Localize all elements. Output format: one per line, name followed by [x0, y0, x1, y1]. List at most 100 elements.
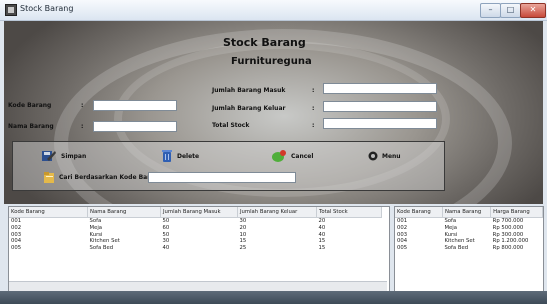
column-header[interactable]: Kode Barang: [9, 207, 88, 218]
table-cell: 15: [318, 238, 326, 245]
table-cell: 60: [162, 224, 170, 231]
simpan-button[interactable]: Simpan: [41, 148, 86, 164]
jumlah-keluar-label: Jumlah Barang Keluar: [212, 105, 286, 112]
table-cell: 50: [162, 231, 170, 238]
cancel-icon: [271, 149, 287, 163]
column-header[interactable]: Jumlah Barang Masuk: [160, 207, 238, 218]
menu-icon: [368, 151, 378, 161]
page-subtitle: Furnitureguna: [231, 56, 312, 67]
table-cell: Sofa: [444, 218, 457, 224]
column-header[interactable]: Nama Barang: [442, 207, 492, 218]
jumlah-keluar-field[interactable]: [323, 101, 437, 112]
table-cell: Sofa Bed: [444, 245, 469, 252]
table-row[interactable]: 002 Meja 60 20 40: [9, 225, 382, 232]
table-cell: 40: [162, 245, 170, 252]
delete-label: Delete: [177, 152, 200, 160]
column-header[interactable]: Jumlah Barang Keluar: [237, 207, 317, 218]
table-cell: 20: [239, 224, 247, 231]
action-panel: Simpan Delete Cancel Menu Cari Berdasark…: [12, 141, 445, 191]
table-row[interactable]: 004 Kitchen Set 30 15 15: [9, 238, 382, 245]
kode-barang-label: Kode Barang: [8, 102, 52, 109]
table-cell: Rp 500.000: [492, 224, 524, 231]
table-cell: Meja: [444, 224, 457, 231]
close-button[interactable]: ✕: [520, 3, 546, 18]
price-table-grid: Kode Barang Nama Barang Harga Barang 001…: [395, 207, 543, 252]
table-cell: 003: [11, 231, 22, 238]
column-header[interactable]: Total Stock: [316, 207, 382, 218]
delete-button[interactable]: Delete: [161, 148, 199, 164]
table-cell: 30: [162, 238, 170, 245]
table-cell: 40: [318, 231, 326, 238]
window-title: Stock Barang: [20, 4, 74, 13]
jumlah-masuk-label: Jumlah Barang Masuk: [212, 87, 286, 94]
table-row[interactable]: 003 Kursi Rp 300.000: [395, 232, 543, 239]
maximize-button[interactable]: □: [500, 3, 521, 18]
search-input[interactable]: [148, 172, 296, 183]
stock-window: Stock Barang – □ ✕ Stock Barang Furnitur…: [0, 0, 547, 304]
table-row[interactable]: 001 Sofa Rp 700.000: [395, 218, 543, 225]
column-header[interactable]: Harga Barang: [490, 207, 543, 218]
table-cell: 002: [11, 224, 22, 231]
search-folder-icon: [43, 171, 55, 184]
table-cell: 005: [397, 245, 408, 252]
table-cell: 50: [162, 218, 170, 224]
table-row[interactable]: 005 Sofa Bed 40 25 15: [9, 245, 382, 252]
table-cell: 20: [318, 218, 326, 224]
cancel-label: Cancel: [291, 152, 314, 160]
table-cell: Kursi: [444, 231, 458, 238]
nama-barang-field[interactable]: [93, 121, 177, 132]
nama-barang-label: Nama Barang: [8, 123, 54, 130]
table-cell: Kitchen Set: [444, 238, 475, 245]
table-cell: Rp 1.200.000: [492, 238, 529, 245]
jumlah-keluar-colon: :: [312, 105, 315, 112]
total-stock-field[interactable]: [323, 118, 437, 129]
save-disk-icon: [41, 149, 57, 163]
table-row[interactable]: 002 Meja Rp 500.000: [395, 225, 543, 232]
menu-button[interactable]: Menu: [368, 148, 401, 164]
stock-table-header: Kode Barang Nama Barang Jumlah Barang Ma…: [9, 207, 382, 218]
stock-table-grid: Kode Barang Nama Barang Jumlah Barang Ma…: [9, 207, 382, 252]
table-cell: 001: [11, 218, 22, 224]
kode-barang-field[interactable]: [93, 100, 177, 111]
table-cell: 30: [239, 218, 247, 224]
table-cell: 004: [397, 238, 408, 245]
jumlah-masuk-colon: :: [312, 87, 315, 94]
table-cell: 15: [318, 245, 326, 252]
table-cell: 15: [239, 238, 247, 245]
trash-icon: [161, 149, 173, 163]
table-cell: Rp 300.000: [492, 231, 524, 238]
table-cell: 10: [239, 231, 247, 238]
price-table[interactable]: Kode Barang Nama Barang Harga Barang 001…: [394, 206, 544, 292]
table-cell: 002: [397, 224, 408, 231]
table-cell: 004: [11, 238, 22, 245]
kode-barang-colon: :: [81, 102, 84, 109]
app-icon: [5, 4, 17, 16]
table-cell: Meja: [89, 224, 103, 231]
table-cell: Sofa: [89, 218, 102, 224]
menu-label: Menu: [382, 152, 401, 160]
table-row[interactable]: 005 Sofa Bed Rp 800.000: [395, 245, 543, 252]
total-stock-label: Total Stock: [212, 122, 250, 129]
table-row[interactable]: 001 Sofa 50 30 20: [9, 218, 382, 225]
table-cell: Rp 700.000: [492, 218, 524, 224]
stock-table-scrollbar[interactable]: [9, 281, 387, 291]
table-row[interactable]: 004 Kitchen Set Rp 1.200.000: [395, 238, 543, 245]
page-title: Stock Barang: [223, 36, 306, 49]
table-cell: 003: [397, 231, 408, 238]
column-header[interactable]: Nama Barang: [87, 207, 161, 218]
stock-table[interactable]: Kode Barang Nama Barang Jumlah Barang Ma…: [8, 206, 390, 292]
form-area: Stock Barang Furnitureguna Kode Barang :…: [4, 21, 543, 204]
minimize-button[interactable]: –: [480, 3, 501, 18]
column-header[interactable]: Kode Barang: [395, 207, 443, 218]
table-cell: Sofa Bed: [89, 245, 114, 252]
table-row[interactable]: 003 Kursi 50 10 40: [9, 232, 382, 239]
cancel-button[interactable]: Cancel: [271, 148, 313, 164]
jumlah-masuk-field[interactable]: [323, 83, 437, 94]
title-bar: Stock Barang – □ ✕: [0, 0, 547, 21]
simpan-label: Simpan: [61, 152, 87, 160]
table-cell: 005: [11, 245, 22, 252]
table-cell: 25: [239, 245, 247, 252]
taskbar-strip: [0, 291, 547, 304]
price-table-header: Kode Barang Nama Barang Harga Barang: [395, 207, 543, 218]
table-cell: 001: [397, 218, 408, 224]
